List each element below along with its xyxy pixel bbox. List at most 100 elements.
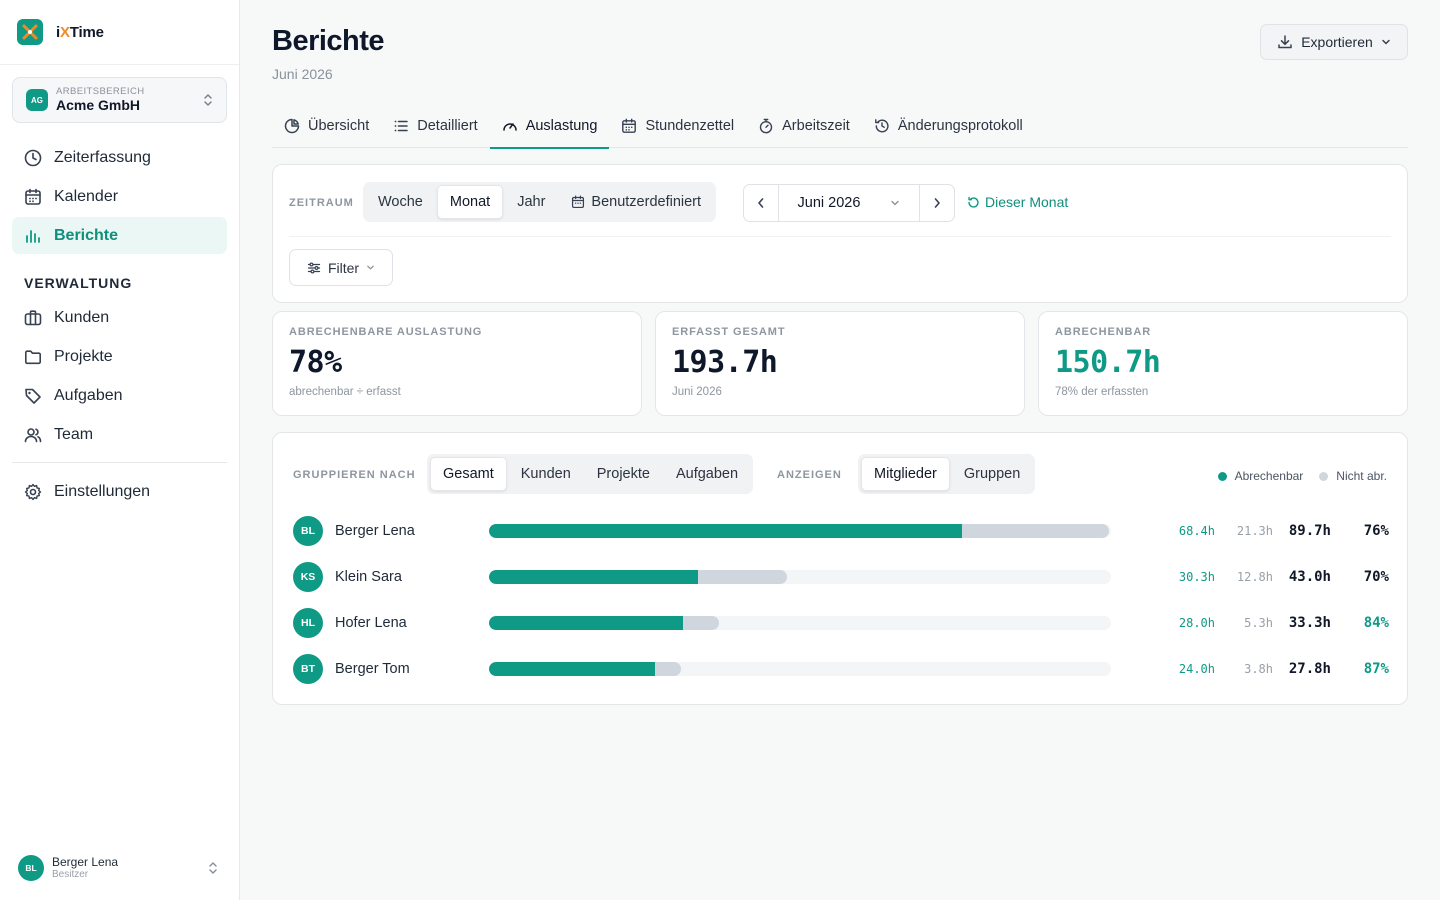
- utilization-percent: 76%: [1363, 523, 1389, 539]
- period-custom-label: Benutzerdefiniert: [591, 194, 702, 210]
- tab-label: Arbeitszeit: [782, 118, 850, 134]
- period-week[interactable]: Woche: [366, 185, 435, 219]
- group-tasks[interactable]: Aufgaben: [664, 457, 750, 491]
- tab-label: Auslastung: [525, 118, 598, 134]
- table-row[interactable]: BL Berger Lena 68.4h 21.3h 89.7h 76%: [293, 515, 1389, 547]
- nav-item-label: Aufgaben: [54, 386, 123, 404]
- bar-billable: [489, 570, 698, 584]
- clock-icon: [24, 149, 42, 166]
- period-year[interactable]: Jahr: [505, 185, 557, 219]
- total-hours: 27.8h: [1288, 661, 1331, 677]
- nonbillable-hours: 12.8h: [1236, 570, 1273, 584]
- this-month-label: Dieser Monat: [985, 194, 1069, 210]
- bar-billable: [489, 524, 962, 538]
- kpi-subtext: Juni 2026: [672, 386, 722, 398]
- total-hours: 33.3h: [1288, 615, 1331, 631]
- tab-detailliert[interactable]: Detailliert: [381, 104, 489, 148]
- export-button[interactable]: Exportieren: [1260, 24, 1408, 60]
- tag-icon: [25, 388, 41, 404]
- table-row[interactable]: BT Berger Tom 24.0h 3.8h 27.8h 87%: [293, 653, 1389, 685]
- month-select[interactable]: Juni 2026: [778, 185, 920, 221]
- utilization-percent: 87%: [1363, 661, 1389, 677]
- nav-item-kunden[interactable]: Kunden: [12, 299, 227, 336]
- stopwatch-icon: [759, 118, 773, 134]
- utilization-percent: 84%: [1363, 615, 1389, 631]
- nav-item-zeiterfassung[interactable]: Zeiterfassung: [12, 139, 227, 176]
- avatar: KS: [293, 562, 323, 592]
- group-projects[interactable]: Projekte: [585, 457, 662, 491]
- kpi-total-tracked: ERFASST GESAMT 193.7h Juni 2026: [655, 311, 1025, 416]
- period-month[interactable]: Monat: [436, 185, 504, 219]
- user-name: Berger Lena: [52, 855, 119, 869]
- filter-divider: [289, 236, 1391, 237]
- filter-button[interactable]: Filter: [289, 249, 393, 286]
- nav-item-aufgaben[interactable]: Aufgaben: [12, 377, 227, 414]
- kpi-billable: ABRECHENBAR 150.7h 78% der erfassten: [1038, 311, 1408, 416]
- show-label: ANZEIGEN: [777, 469, 842, 481]
- kpi-subtext: 78% der erfassten: [1055, 386, 1149, 398]
- chart-legend: Abrechenbar Nicht abr.: [1217, 469, 1387, 483]
- tab-label: Detailliert: [417, 118, 478, 134]
- nav-item-team[interactable]: Team: [12, 416, 227, 453]
- calendar-icon: [622, 118, 637, 133]
- nav-item-einstellungen[interactable]: Einstellungen: [12, 473, 227, 510]
- workspace-name: Acme GmbH: [56, 97, 141, 113]
- export-label: Exportieren: [1301, 34, 1373, 50]
- tab-label: Änderungsprotokoll: [897, 118, 1023, 134]
- member-name: Hofer Lena: [335, 615, 407, 631]
- group-clients[interactable]: Kunden: [509, 457, 583, 491]
- nav-divider: [12, 462, 227, 463]
- user-menu[interactable]: BL Berger Lena Besitzer: [18, 855, 223, 881]
- next-month-button[interactable]: [920, 185, 954, 221]
- tab-stundenzettel[interactable]: Stundenzettel: [609, 104, 746, 148]
- table-row[interactable]: HL Hofer Lena 28.0h 5.3h 33.3h 84%: [293, 607, 1389, 639]
- user-role: Besitzer: [52, 869, 89, 880]
- utilization-bar: [489, 524, 1111, 538]
- period-switcher: Woche Monat Jahr Benutzerdefiniert: [363, 182, 717, 222]
- chevron-right-icon: [934, 198, 940, 208]
- period-custom[interactable]: Benutzerdefiniert: [559, 185, 713, 219]
- tab-arbeitszeit[interactable]: Arbeitszeit: [746, 104, 862, 148]
- group-total[interactable]: Gesamt: [430, 457, 507, 491]
- table-row[interactable]: KS Klein Sara 30.3h 12.8h 43.0h 70%: [293, 561, 1389, 593]
- prev-month-button[interactable]: [744, 185, 778, 221]
- bar-billable: [489, 616, 683, 630]
- tab-label: Stundenzettel: [645, 118, 735, 134]
- chevron-down-icon: [1382, 39, 1390, 45]
- month-navigator: Juni 2026: [743, 184, 955, 222]
- kpi-label: ABRECHENBAR: [1055, 326, 1152, 338]
- chevron-up-down-icon: [204, 94, 212, 106]
- kpi-value: 193.7h: [672, 345, 778, 380]
- briefcase-icon: [24, 309, 42, 325]
- member-name: Berger Tom: [335, 661, 410, 677]
- utilization-percent: 70%: [1363, 569, 1389, 585]
- nonbillable-hours: 21.3h: [1236, 524, 1273, 538]
- member-name: Berger Lena: [335, 523, 415, 539]
- page-subtitle: Juni 2026: [272, 66, 333, 82]
- nav-item-berichte[interactable]: Berichte: [12, 217, 227, 254]
- tab-auslastung[interactable]: Auslastung: [489, 104, 610, 149]
- page-title: Berichte: [272, 25, 385, 57]
- month-value: Juni 2026: [797, 195, 861, 211]
- tab-aenderungsprotokoll[interactable]: Änderungsprotokoll: [862, 104, 1035, 148]
- utilization-bar: [489, 662, 1111, 676]
- nav-item-kalender[interactable]: Kalender: [12, 178, 227, 215]
- workspace-switcher[interactable]: AG ARBEITSBEREICH Acme GmbH: [12, 77, 227, 123]
- pie-chart-icon: [284, 118, 300, 134]
- show-groups[interactable]: Gruppen: [952, 457, 1032, 491]
- avatar: BT: [293, 654, 323, 684]
- brand[interactable]: iXTime: [0, 0, 239, 65]
- nav-item-label: Einstellungen: [54, 482, 151, 500]
- nav-item-projekte[interactable]: Projekte: [12, 338, 227, 375]
- nav-item-label: Kunden: [54, 308, 110, 326]
- this-month-button[interactable]: Dieser Monat: [967, 194, 1068, 210]
- filter-panel: ZEITRAUM Woche Monat Jahr Benutzerdefini…: [272, 164, 1408, 303]
- filter-label: Filter: [327, 259, 360, 276]
- sidebar: iXTime AG ARBEITSBEREICH Acme GmbH Zeite…: [0, 0, 240, 900]
- tab-uebersicht[interactable]: Übersicht: [272, 104, 381, 148]
- total-hours: 43.0h: [1288, 569, 1331, 585]
- nav-item-label: Zeiterfassung: [54, 148, 151, 166]
- show-members[interactable]: Mitglieder: [861, 457, 950, 491]
- nav-item-label: Kalender: [54, 187, 119, 205]
- nonbillable-hours: 3.8h: [1244, 662, 1273, 676]
